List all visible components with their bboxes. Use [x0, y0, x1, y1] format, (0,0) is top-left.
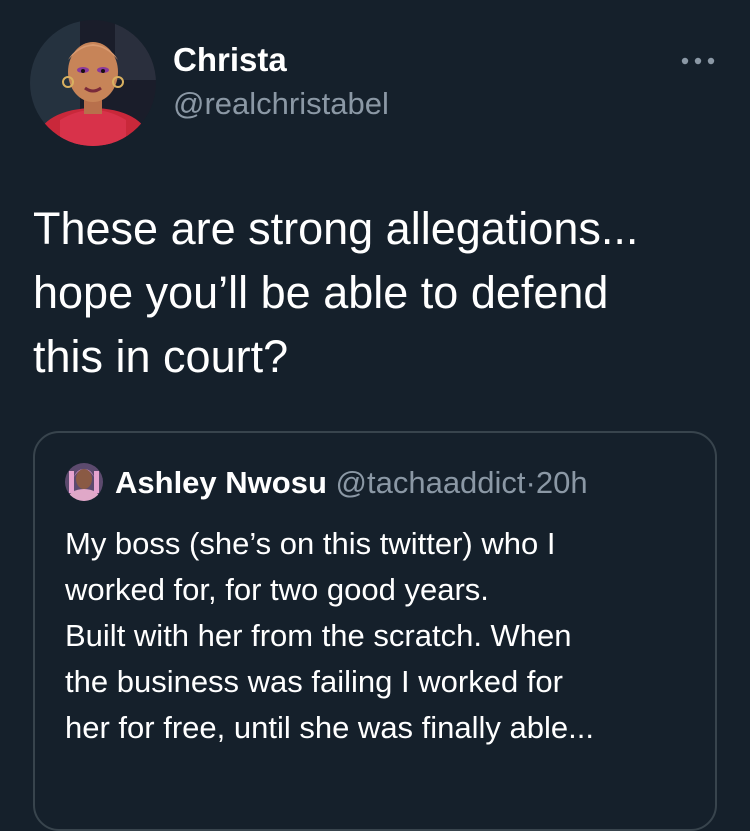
more-options-icon [681, 57, 715, 65]
tweet-text-line: These are strong allegations... [33, 203, 639, 254]
quoted-text-line: Built with her from the scratch. When [65, 618, 572, 653]
quoted-header: Ashley Nwosu @tachaaddict·20h [115, 467, 588, 498]
separator-dot: · [525, 465, 536, 500]
author-avatar[interactable] [30, 20, 156, 146]
quoted-text-line: My boss (she’s on this twitter) who I [65, 526, 556, 561]
quoted-author-handle: @tachaaddict [335, 465, 526, 500]
quoted-timestamp: 20h [535, 465, 588, 500]
quoted-tweet[interactable]: Ashley Nwosu @tachaaddict·20h My boss (s… [33, 431, 717, 831]
more-options-button[interactable] [674, 46, 722, 76]
quoted-text-line: the business was failing I worked for [65, 664, 563, 699]
quoted-author-avatar [65, 463, 103, 501]
tweet-text-line: this in court? [33, 331, 289, 382]
tweet-text: These are strong allegations... hope you… [33, 197, 733, 389]
quoted-author-name: Ashley Nwosu [115, 465, 327, 500]
quoted-text: My boss (she’s on this twitter) who I wo… [65, 521, 705, 751]
quoted-text-line: her for free, until she was finally able… [65, 710, 594, 745]
author-name[interactable]: Christa [173, 43, 287, 76]
author-handle[interactable]: @realchristabel [173, 88, 389, 119]
tweet-text-line: hope you’ll be able to defend [33, 267, 609, 318]
quoted-text-line: worked for, for two good years. [65, 572, 489, 607]
